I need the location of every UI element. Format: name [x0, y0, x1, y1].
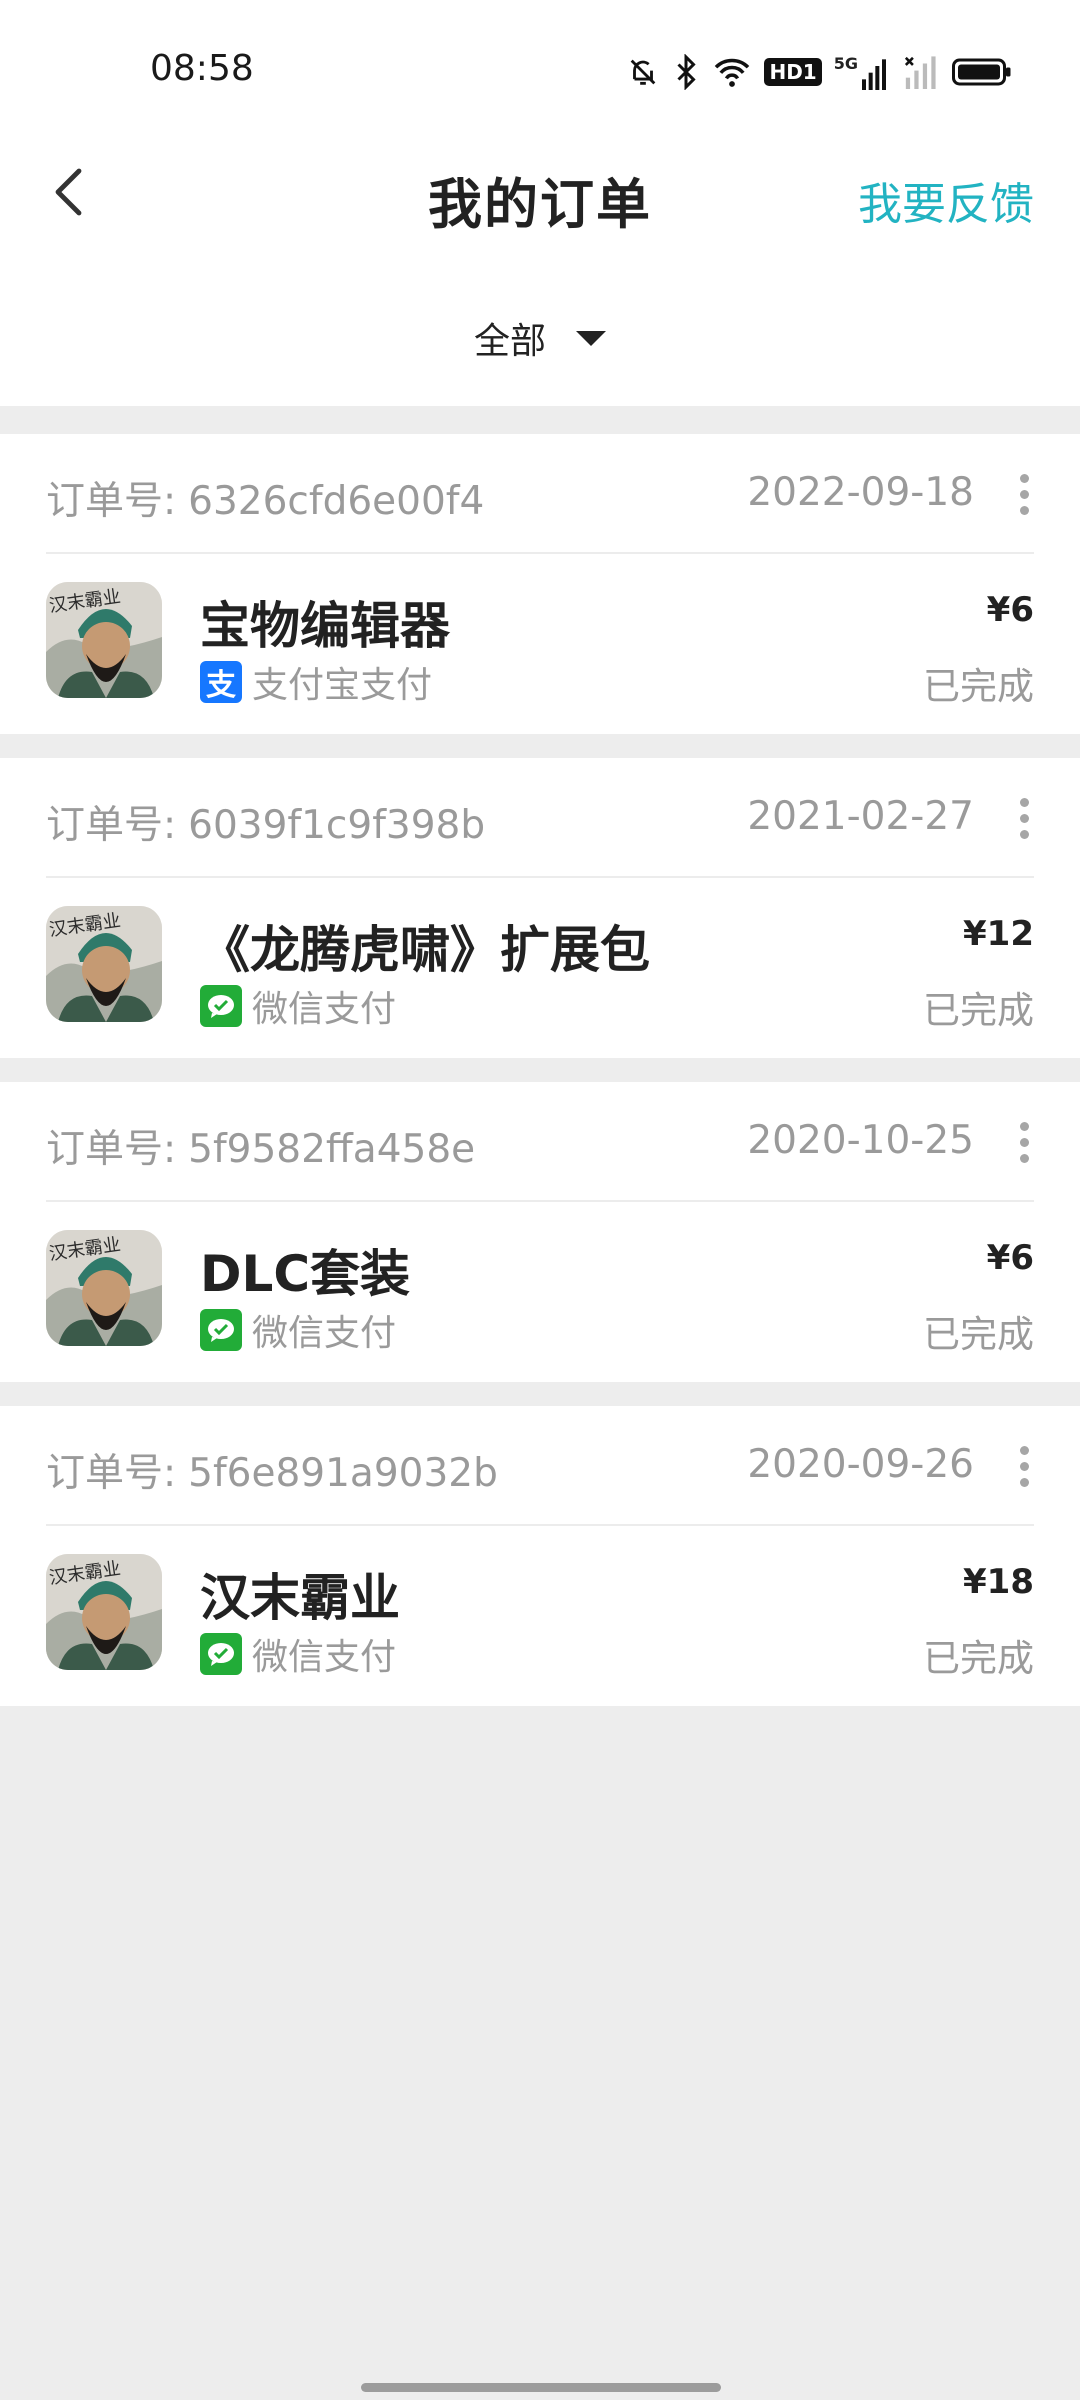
- order-header: 订单号: 5f6e891a9032b 2020-09-26: [46, 1406, 1034, 1526]
- payment-method: 微信支付: [200, 1628, 396, 1680]
- home-indicator[interactable]: [361, 2383, 721, 2392]
- order-number: 订单号: 5f9582ffa458e: [46, 1118, 475, 1174]
- order-price: ¥6: [986, 590, 1034, 630]
- order-price: ¥18: [963, 1562, 1034, 1602]
- order-status: 已完成: [923, 1313, 1034, 1356]
- order-date: 2022-09-18: [747, 470, 974, 515]
- wechat-pay-icon: [200, 1633, 242, 1675]
- order-date: 2020-09-26: [747, 1442, 974, 1487]
- order-number: 订单号: 6039f1c9f398b: [46, 794, 485, 850]
- order-status: 已完成: [923, 1637, 1034, 1680]
- order-body: 汉末霸业 汉末霸业 微信支付 ¥18 已完成: [46, 1528, 1034, 1706]
- product-name: 宝物编辑器: [200, 597, 450, 655]
- signal-weak-icon: [904, 56, 936, 89]
- status-bar: 08:58 HD1 5G: [0, 0, 1080, 140]
- order-card[interactable]: 订单号: 6326cfd6e00f4 2022-09-18 汉末霸业 宝物编辑器 …: [0, 434, 1080, 734]
- wechat-pay-icon: [200, 985, 242, 1027]
- feedback-link[interactable]: 我要反馈: [858, 168, 1034, 232]
- order-status: 已完成: [923, 989, 1034, 1032]
- payment-method: 支 支付宝支付: [200, 656, 432, 708]
- order-price: ¥6: [986, 1238, 1034, 1278]
- status-icons: HD1 5G: [626, 50, 1012, 94]
- order-date: 2021-02-27: [747, 794, 974, 839]
- order-number-value: 6039f1c9f398b: [188, 803, 486, 848]
- order-card[interactable]: 订单号: 5f9582ffa458e 2020-10-25 汉末霸业 DLC套装 …: [0, 1082, 1080, 1382]
- filter-label: 全部: [473, 321, 546, 362]
- order-number: 订单号: 6326cfd6e00f4: [46, 470, 484, 526]
- product-name: DLC套装: [200, 1245, 411, 1303]
- order-header: 订单号: 5f9582ffa458e 2020-10-25: [46, 1082, 1034, 1202]
- bluetooth-icon: [677, 54, 697, 90]
- payment-label: 微信支付: [252, 989, 397, 1030]
- order-card[interactable]: 订单号: 6039f1c9f398b 2021-02-27 汉末霸业 《龙腾虎啸》…: [0, 758, 1080, 1058]
- wechat-pay-icon: [200, 1309, 242, 1351]
- payment-label: 微信支付: [252, 1313, 397, 1354]
- hd-badge: HD1: [764, 58, 822, 86]
- payment-label: 支付宝支付: [252, 665, 433, 706]
- payment-label: 微信支付: [252, 1637, 397, 1678]
- order-status: 已完成: [923, 665, 1034, 708]
- more-options-icon[interactable]: [1014, 1446, 1034, 1490]
- product-thumbnail: 汉末霸业: [46, 1230, 162, 1346]
- product-thumbnail: 汉末霸业: [46, 1554, 162, 1670]
- product-name: 《龙腾虎啸》扩展包: [200, 921, 650, 979]
- order-card[interactable]: 订单号: 5f6e891a9032b 2020-09-26 汉末霸业 汉末霸业 微…: [0, 1406, 1080, 1706]
- caret-down-icon: [576, 330, 606, 346]
- signal-5g: 5G: [834, 54, 888, 90]
- product-thumbnail: 汉末霸业: [46, 906, 162, 1022]
- signal-icon: [862, 59, 886, 90]
- more-options-icon[interactable]: [1014, 1122, 1034, 1166]
- order-number-label: 订单号:: [46, 803, 177, 848]
- nav-bar: 我的订单 我要反馈: [0, 140, 1080, 250]
- bell-off-icon: [631, 59, 656, 85]
- order-number-value: 6326cfd6e00f4: [188, 479, 485, 524]
- alipay-icon: 支: [200, 661, 242, 703]
- wifi-icon: [715, 58, 750, 87]
- payment-method: 微信支付: [200, 980, 396, 1032]
- order-body: 汉末霸业 宝物编辑器 支 支付宝支付 ¥6 已完成: [46, 556, 1034, 734]
- order-price: ¥12: [963, 914, 1034, 954]
- order-header: 订单号: 6326cfd6e00f4 2022-09-18: [46, 434, 1034, 554]
- order-number-label: 订单号:: [46, 1127, 177, 1172]
- product-name: 汉末霸业: [200, 1569, 400, 1627]
- order-body: 汉末霸业 DLC套装 微信支付 ¥6 已完成: [46, 1204, 1034, 1382]
- status-time: 08:58: [150, 48, 254, 89]
- header-area: 08:58 HD1 5G 我的订单 我要反馈 全部: [0, 0, 1080, 406]
- more-options-icon[interactable]: [1014, 798, 1034, 842]
- order-header: 订单号: 6039f1c9f398b 2021-02-27: [46, 758, 1034, 878]
- order-body: 汉末霸业 《龙腾虎啸》扩展包 微信支付 ¥12 已完成: [46, 880, 1034, 1058]
- order-number-value: 5f9582ffa458e: [188, 1127, 476, 1172]
- order-number-label: 订单号:: [46, 479, 177, 524]
- net-label: 5G: [833, 54, 858, 73]
- product-thumbnail: 汉末霸业: [46, 582, 162, 698]
- more-options-icon[interactable]: [1014, 474, 1034, 518]
- order-number: 订单号: 5f6e891a9032b: [46, 1442, 498, 1498]
- order-number-label: 订单号:: [46, 1451, 177, 1496]
- battery-icon: [952, 58, 1011, 86]
- filter-dropdown[interactable]: 全部: [0, 312, 1080, 364]
- order-number-value: 5f6e891a9032b: [188, 1451, 498, 1496]
- payment-method: 微信支付: [200, 1304, 396, 1356]
- order-date: 2020-10-25: [747, 1118, 974, 1163]
